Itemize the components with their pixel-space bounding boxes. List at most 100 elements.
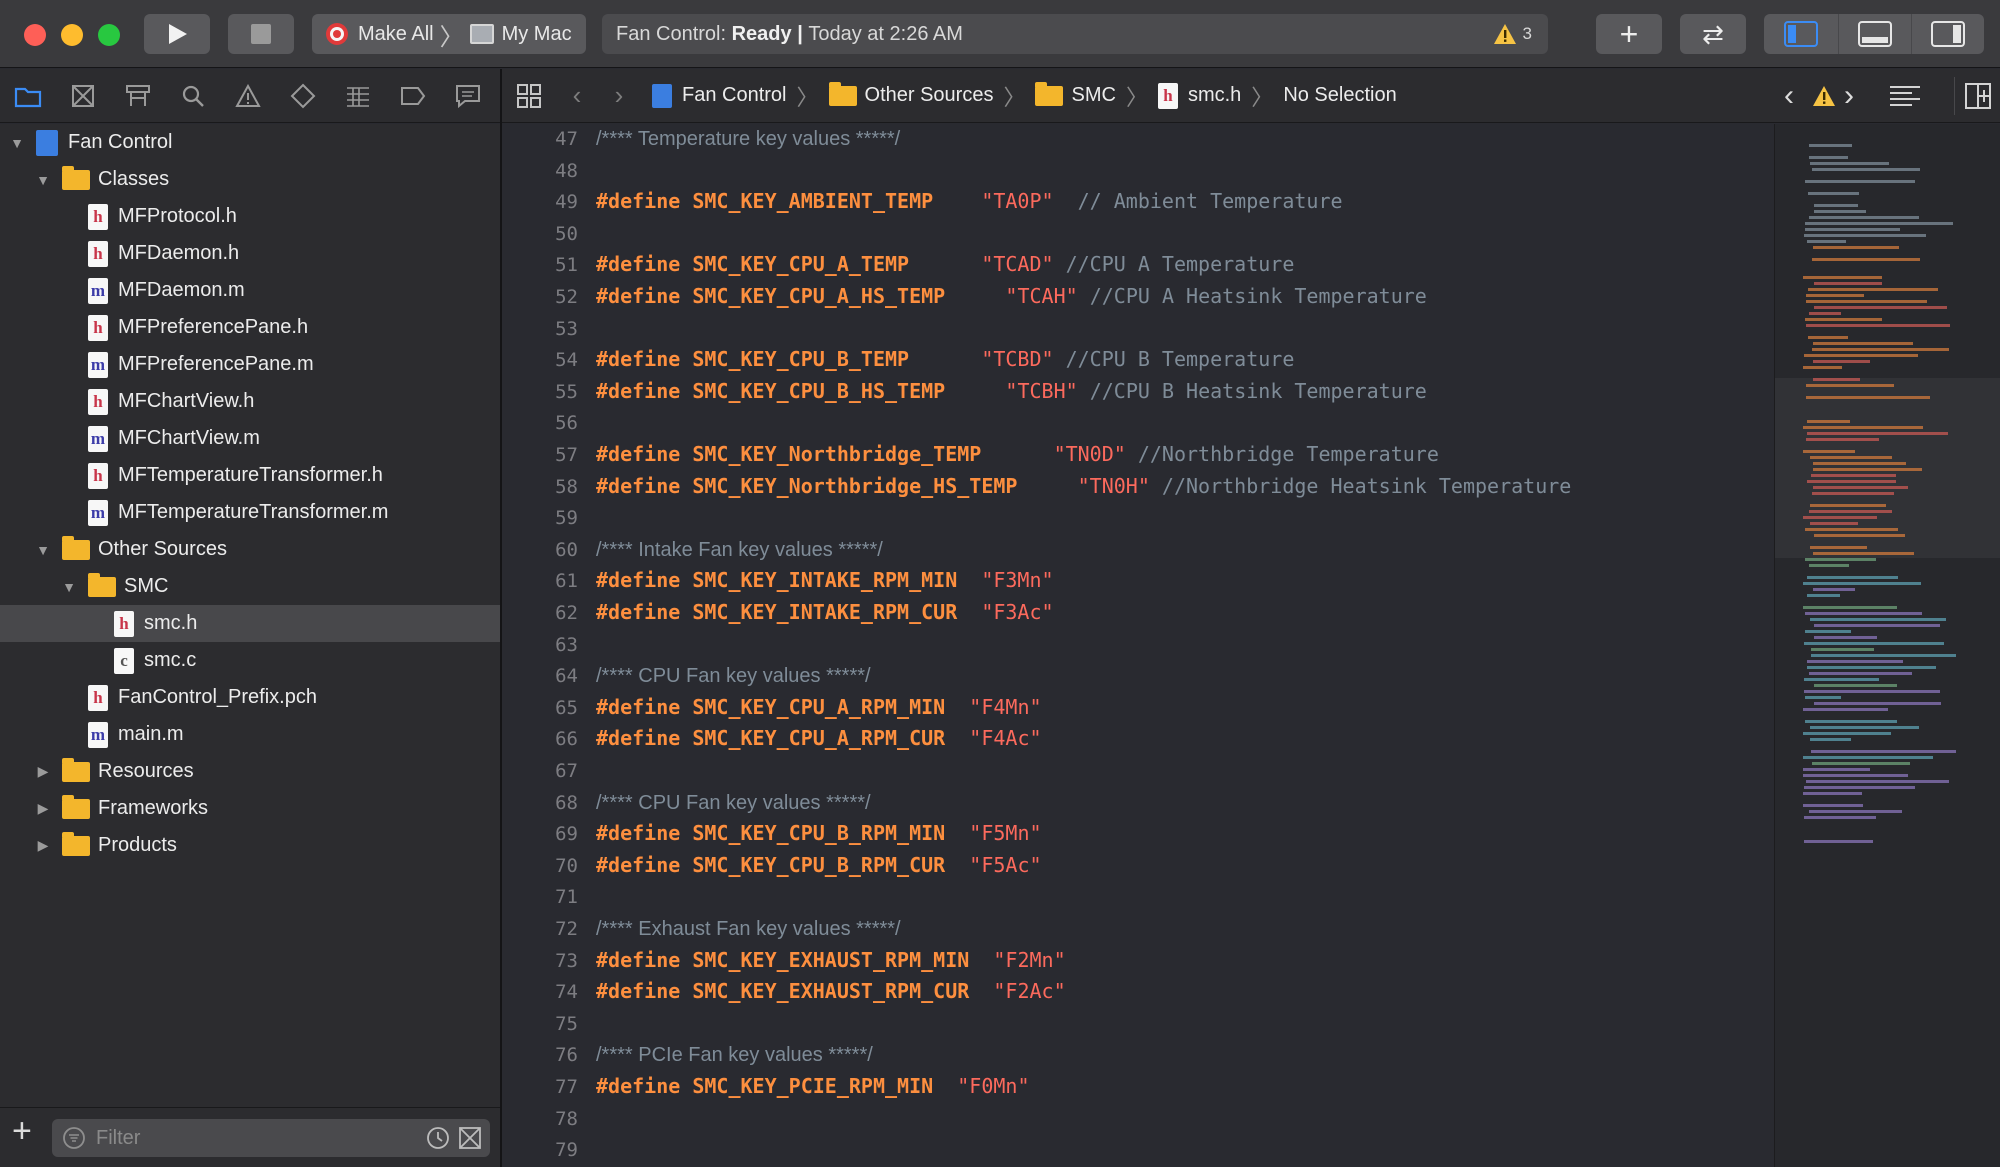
code-line[interactable]: #define SMC_KEY_CPU_B_HS_TEMP "TCBH" //C… <box>596 379 1427 403</box>
code-line[interactable]: /**** Intake Fan key values *****/ <box>596 537 883 562</box>
disclosure-expanded-icon[interactable]: ▼ <box>34 171 52 189</box>
minimap-line <box>1810 504 1886 507</box>
minimize-button[interactable] <box>61 24 83 46</box>
tab-find-navigator[interactable] <box>165 69 220 123</box>
code-line[interactable]: #define SMC_KEY_CPU_A_TEMP "TCAD" //CPU … <box>596 252 1294 276</box>
zoom-button[interactable] <box>98 24 120 46</box>
back-chevron-icon[interactable]: ‹ <box>556 80 598 111</box>
code-line[interactable]: #define SMC_KEY_CPU_A_RPM_CUR "F4Ac" <box>596 726 1042 750</box>
code-line[interactable]: #define SMC_KEY_CPU_B_RPM_MIN "F5Mn" <box>596 821 1042 845</box>
disclosure-collapsed-icon[interactable]: ▶ <box>34 800 52 818</box>
tree-file[interactable]: h MFChartView.h <box>0 383 500 420</box>
tab-project-navigator[interactable] <box>0 69 55 123</box>
code-line[interactable]: #define SMC_KEY_CPU_A_RPM_MIN "F4Mn" <box>596 695 1042 719</box>
tree-file[interactable]: c smc.c <box>0 642 500 679</box>
code-line[interactable]: #define SMC_KEY_EXHAUST_RPM_MIN "F2Mn" <box>596 948 1066 972</box>
tab-symbol-navigator[interactable] <box>110 69 165 123</box>
disclosure-expanded-icon[interactable]: ▼ <box>34 541 52 559</box>
minimap-line <box>1810 456 1892 459</box>
add-editor-icon[interactable] <box>1964 82 1992 110</box>
tree-group[interactable]: ▼ Other Sources <box>0 531 500 568</box>
breadcrumb-item[interactable]: Other Sources <box>828 81 993 107</box>
plus-icon[interactable]: + <box>12 1114 32 1148</box>
breadcrumb-item[interactable]: No Selection <box>1283 84 1396 107</box>
tab-issue-navigator[interactable] <box>220 69 275 123</box>
tree-file[interactable]: h MFPreferencePane.h <box>0 309 500 346</box>
tree-file[interactable]: h smc.h <box>0 605 500 642</box>
minimap-line <box>1814 702 1941 705</box>
tree-file[interactable]: m MFDaemon.m <box>0 272 500 309</box>
code-line[interactable]: #define SMC_KEY_INTAKE_RPM_MIN "F3Mn" <box>596 568 1054 592</box>
disclosure-collapsed-icon[interactable]: ▶ <box>34 763 52 781</box>
code-line[interactable]: /**** CPU Fan key values *****/ <box>596 790 871 815</box>
minimap-line <box>1804 234 1926 237</box>
tab-debug-navigator[interactable] <box>330 69 385 123</box>
tree-file[interactable]: h FanControl_Prefix.pch <box>0 679 500 716</box>
toggle-navigator-button[interactable] <box>1765 14 1838 54</box>
source-editor[interactable]: 47 48 49 50 51 52 53 54 55 56 57 58 59 60 61 62 63 64 65 66… <box>502 124 1774 1167</box>
tree-group[interactable]: ▼ Fan Control <box>0 124 500 161</box>
previous-issue-icon[interactable]: ‹ <box>1784 79 1794 113</box>
breadcrumb-item[interactable]: Fan Control <box>652 83 787 108</box>
chevron-right-icon: 〉 <box>439 23 464 51</box>
chevron-right-icon: 〉 <box>796 84 819 110</box>
tree-file[interactable]: h MFTemperatureTransformer.h <box>0 457 500 494</box>
stop-button[interactable] <box>228 14 294 54</box>
scheme-selector[interactable]: Make All 〉 My Mac <box>312 14 586 54</box>
tab-test-navigator[interactable] <box>275 69 330 123</box>
line-number: 56 <box>555 412 578 435</box>
tab-report-navigator[interactable] <box>440 69 495 123</box>
warning-indicator[interactable]: 3 <box>1493 23 1532 45</box>
code-line[interactable]: #define SMC_KEY_PCIE_RPM_MIN "F0Mn" <box>596 1074 1029 1098</box>
toggle-debug-area-button[interactable] <box>1837 14 1911 54</box>
filter-field[interactable]: Filter <box>52 1119 490 1157</box>
code-review-button[interactable]: ⇄ <box>1680 14 1746 54</box>
scm-filter-icon[interactable] <box>458 1126 482 1150</box>
tree-file[interactable]: m MFChartView.m <box>0 420 500 457</box>
tree-group[interactable]: ▶ Resources <box>0 753 500 790</box>
tree-group[interactable]: ▶ Products <box>0 827 500 864</box>
minimap-line <box>1805 180 1915 183</box>
tab-source-control[interactable] <box>55 69 110 123</box>
code-line[interactable]: #define SMC_KEY_CPU_A_HS_TEMP "TCAH" //C… <box>596 284 1427 308</box>
breadcrumb-item[interactable]: SMC <box>1035 81 1116 107</box>
disclosure-expanded-icon[interactable]: ▼ <box>60 578 78 596</box>
minimap-line <box>1814 306 1947 309</box>
disclosure-expanded-icon[interactable]: ▼ <box>8 134 26 152</box>
minimap-line <box>1806 780 1949 783</box>
code-line[interactable]: #define SMC_KEY_AMBIENT_TEMP "TA0P" // A… <box>596 189 1343 213</box>
minimap-line <box>1803 756 1933 759</box>
warning-icon[interactable] <box>1812 85 1836 107</box>
code-line[interactable]: #define SMC_KEY_Northbridge_HS_TEMP "TN0… <box>596 474 1571 498</box>
tree-file[interactable]: h MFDaemon.h <box>0 235 500 272</box>
code-line[interactable]: #define SMC_KEY_EXHAUST_RPM_CUR "F2Ac" <box>596 979 1066 1003</box>
run-button[interactable] <box>144 14 210 54</box>
tab-breakpoint-navigator[interactable] <box>385 69 440 123</box>
editor-options-icon[interactable] <box>1888 84 1922 108</box>
code-line[interactable]: /**** Temperature key values *****/ <box>596 126 900 151</box>
tree-file[interactable]: m MFTemperatureTransformer.m <box>0 494 500 531</box>
code-line[interactable]: /**** Exhaust Fan key values *****/ <box>596 916 901 941</box>
tree-group[interactable]: ▼ Classes <box>0 161 500 198</box>
minimap[interactable] <box>1774 124 2000 1167</box>
code-line[interactable]: #define SMC_KEY_CPU_B_RPM_CUR "F5Ac" <box>596 853 1042 877</box>
forward-chevron-icon[interactable]: › <box>598 80 640 111</box>
toggle-inspector-button[interactable] <box>1910 14 1984 54</box>
close-button[interactable] <box>24 24 46 46</box>
next-issue-icon[interactable]: › <box>1844 79 1854 113</box>
code-line[interactable]: #define SMC_KEY_Northbridge_TEMP "TN0D" … <box>596 442 1439 466</box>
code-line[interactable]: /**** CPU Fan key values *****/ <box>596 663 871 688</box>
library-button[interactable]: + <box>1596 14 1662 54</box>
code-line[interactable]: #define SMC_KEY_INTAKE_RPM_CUR "F3Ac" <box>596 600 1054 624</box>
code-line[interactable]: #define SMC_KEY_CPU_B_TEMP "TCBD" //CPU … <box>596 347 1294 371</box>
clock-icon[interactable] <box>426 1126 450 1150</box>
tree-file[interactable]: m MFPreferencePane.m <box>0 346 500 383</box>
disclosure-collapsed-icon[interactable]: ▶ <box>34 837 52 855</box>
related-items-button[interactable] <box>502 83 556 109</box>
tree-file[interactable]: m main.m <box>0 716 500 753</box>
tree-file[interactable]: h MFProtocol.h <box>0 198 500 235</box>
code-line[interactable]: /**** PCIe Fan key values *****/ <box>596 1042 873 1067</box>
breadcrumb-item[interactable]: h smc.h <box>1157 82 1241 109</box>
tree-group[interactable]: ▼ SMC <box>0 568 500 605</box>
tree-group[interactable]: ▶ Frameworks <box>0 790 500 827</box>
